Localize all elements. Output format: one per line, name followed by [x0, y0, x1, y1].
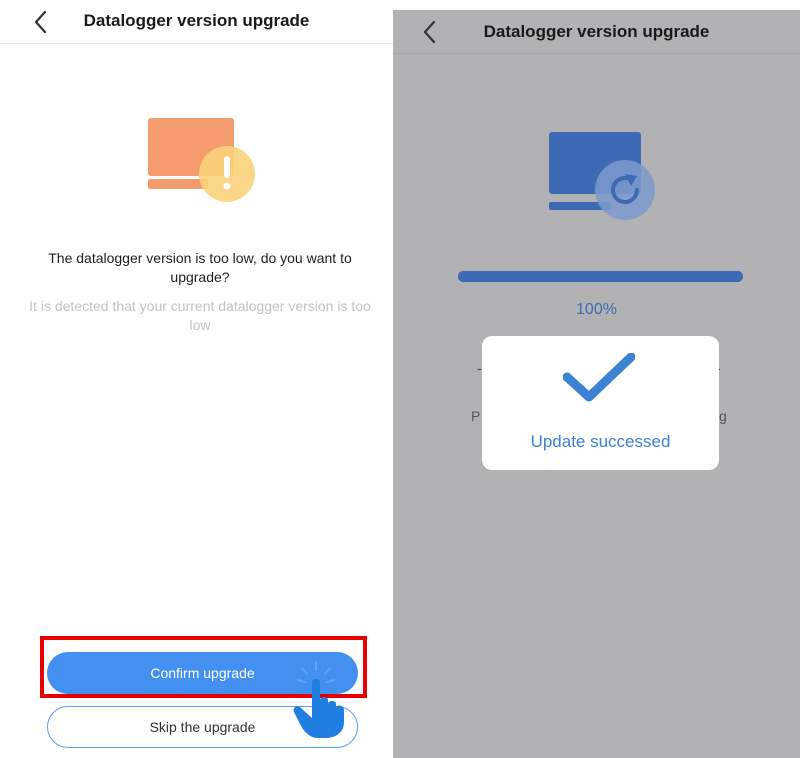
background-text: P [471, 408, 481, 424]
success-message: Update successed [530, 432, 671, 451]
left-screen: Datalogger version upgrade The datalogge… [0, 0, 393, 758]
warning-detail: It is detected that your current datalog… [29, 298, 371, 333]
right-screen: Datalogger version upgrade 100% - - P g … [393, 10, 800, 758]
background-text: - [477, 360, 482, 376]
progress-fill [458, 271, 743, 282]
success-dialog: Update successed [482, 336, 719, 470]
monitor-warning-icon [148, 118, 255, 202]
monitor-refresh-icon [549, 132, 655, 220]
nav-bar: Datalogger version upgrade [0, 0, 393, 44]
checkmark-icon [563, 353, 635, 402]
page-title: Datalogger version upgrade [83, 11, 310, 30]
background-text: g [719, 408, 727, 424]
progress-percent: 100% [576, 301, 617, 318]
nav-bar: Datalogger version upgrade [393, 10, 800, 54]
progress-bar [458, 271, 743, 282]
hand-pointer-icon [293, 661, 344, 738]
warning-message: The datalogger version is too low, do yo… [48, 250, 352, 285]
page: Datalogger version upgrade The datalogge… [0, 0, 800, 758]
page-title: Datalogger version upgrade [483, 22, 710, 41]
